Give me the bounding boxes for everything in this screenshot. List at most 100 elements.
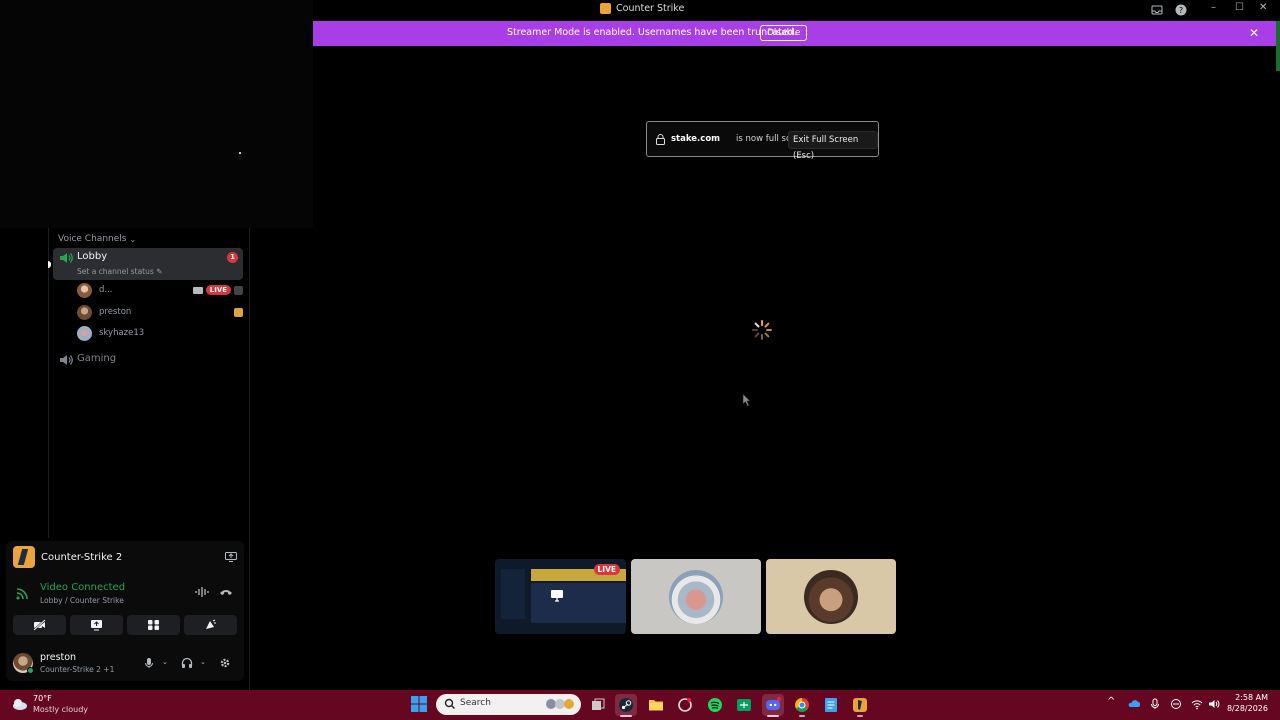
participant-avatar xyxy=(669,570,723,624)
exit-fullscreen-button[interactable]: Exit Full Screen (Esc) xyxy=(788,131,878,161)
live-badge[interactable]: LIVE xyxy=(205,285,231,295)
system-tray-icon[interactable] xyxy=(1170,698,1182,710)
user-name[interactable]: preston xyxy=(40,652,76,663)
banner-text: Streamer Mode is enabled. Usernames have… xyxy=(507,27,797,38)
microphone-icon[interactable] xyxy=(143,657,155,669)
chevron-down-icon: ⌄ xyxy=(129,234,137,244)
channel-gaming[interactable]: Gaming xyxy=(53,350,243,370)
windows-start-icon[interactable] xyxy=(411,696,427,712)
mouse-cursor-icon xyxy=(742,393,751,407)
chevron-down-icon[interactable]: ⌄ xyxy=(200,658,206,666)
channel-status[interactable]: Set a channel status ✎ xyxy=(77,267,162,276)
taskbar-app-red[interactable] xyxy=(674,694,696,716)
activities-button[interactable] xyxy=(127,615,180,635)
speaker-icon xyxy=(60,253,73,263)
member-name: skyhaze13 xyxy=(99,328,145,338)
voice-member[interactable]: skyhaze13 xyxy=(77,325,243,341)
game-logo-icon xyxy=(13,546,35,568)
microphone-icon[interactable] xyxy=(1149,698,1161,710)
weather-temperature[interactable]: 70°F xyxy=(33,694,52,703)
help-icon[interactable]: ? xyxy=(1175,4,1187,16)
taskbar-file-explorer[interactable] xyxy=(645,694,667,716)
taskbar-spotify[interactable] xyxy=(704,694,726,716)
counter-strike-icon xyxy=(853,698,867,712)
close-icon[interactable]: ✕ xyxy=(1249,26,1259,40)
voice-member[interactable]: preston xyxy=(77,304,243,320)
window-title: Counter Strike xyxy=(616,3,685,14)
voice-channels-label: Voice Channels xyxy=(58,234,127,244)
disconnect-icon[interactable] xyxy=(219,586,233,598)
camera-off-icon xyxy=(33,619,46,631)
channel-lobby[interactable]: Lobby Set a channel status ✎ 1 xyxy=(53,248,243,280)
signal-icon[interactable] xyxy=(16,586,30,600)
avatar xyxy=(77,304,92,320)
game-activity-icon xyxy=(234,307,243,317)
app-icon xyxy=(678,698,692,712)
activity-row[interactable]: Counter-Strike 2 xyxy=(13,546,237,568)
voice-panel: Counter-Strike 2 Video Connected Lobby /… xyxy=(6,541,244,681)
clock-date[interactable]: 8/28/2026 xyxy=(1226,704,1268,713)
task-view-button[interactable] xyxy=(587,694,609,716)
taskbar-app-green[interactable] xyxy=(733,694,755,716)
noise-suppression-icon[interactable] xyxy=(195,586,209,598)
voice-member[interactable]: d... LIVE xyxy=(77,282,243,298)
stream-thumbnail-sidebar xyxy=(501,569,525,619)
chevron-down-icon[interactable]: ⌄ xyxy=(162,658,168,666)
participant-tile[interactable] xyxy=(631,559,761,634)
search-highlight-icon xyxy=(546,699,574,709)
inbox-icon[interactable] xyxy=(1151,4,1163,16)
site-domain: stake.com xyxy=(671,134,721,144)
voice-channels-header[interactable]: Voice Channels ⌄ xyxy=(58,234,136,244)
participant-tile[interactable] xyxy=(766,559,896,634)
share-screen-button[interactable] xyxy=(70,615,123,635)
cloud-sync-icon[interactable] xyxy=(1128,698,1140,710)
channel-name: Gaming xyxy=(77,353,117,364)
window-edge xyxy=(1276,21,1280,71)
connection-row: Video Connected Lobby / Counter Strike xyxy=(13,581,237,605)
spotify-icon xyxy=(708,698,722,712)
close-window-button[interactable]: ✕ xyxy=(1259,2,1267,13)
connection-status[interactable]: Video Connected xyxy=(40,582,125,593)
steam-icon xyxy=(619,698,633,712)
taskbar-chrome[interactable] xyxy=(791,694,813,717)
chevron-up-icon[interactable]: ^ xyxy=(1107,696,1119,708)
member-name: d... xyxy=(99,285,113,295)
soundboard-button[interactable] xyxy=(184,615,237,635)
fullscreen-notice: stake.com is now full screen Exit Full S… xyxy=(646,121,879,161)
taskbar-counter-strike[interactable] xyxy=(849,694,871,717)
running-indicator xyxy=(620,715,632,717)
headphones-icon[interactable] xyxy=(181,657,193,669)
wifi-icon[interactable] xyxy=(1191,698,1203,710)
camera-off-button[interactable] xyxy=(13,615,66,635)
notepad-icon xyxy=(825,698,837,712)
guild-divider xyxy=(48,228,49,538)
taskbar-notepad[interactable] xyxy=(820,694,842,716)
lock-icon xyxy=(656,134,665,145)
camera-icon xyxy=(192,286,203,294)
cloudy-weather-icon[interactable] xyxy=(11,695,29,713)
selection-indicator xyxy=(48,261,51,268)
taskbar-discord[interactable] xyxy=(762,694,784,717)
disable-streamer-mode-button[interactable]: Disable xyxy=(760,25,808,41)
clock-time[interactable]: 2:58 AM xyxy=(1232,693,1268,702)
screen-share-icon[interactable] xyxy=(225,552,237,562)
member-indicators: LIVE xyxy=(192,285,243,295)
weather-condition[interactable]: Mostly cloudy xyxy=(33,705,88,714)
gear-icon[interactable] xyxy=(219,657,231,669)
taskbar-search-box[interactable]: Search xyxy=(436,694,581,715)
stream-tile[interactable]: LIVE xyxy=(495,559,626,634)
taskbar-steam[interactable] xyxy=(615,694,637,717)
chrome-icon xyxy=(795,698,809,712)
taskbar: 70°F Mostly cloudy Search ^ 2:58 AM 8/28… xyxy=(0,690,1280,720)
activities-icon xyxy=(148,620,159,630)
live-badge: LIVE xyxy=(593,564,620,575)
voice-actions xyxy=(13,615,237,635)
maximize-button[interactable]: ☐ xyxy=(1235,2,1244,13)
volume-icon[interactable] xyxy=(1208,698,1220,710)
speaker-icon xyxy=(60,355,73,365)
window-title-group: Counter Strike xyxy=(600,3,684,14)
member-indicators xyxy=(234,307,243,317)
running-indicator xyxy=(857,715,863,717)
minimize-button[interactable]: – xyxy=(1211,2,1216,13)
cursor-dot xyxy=(239,152,241,154)
